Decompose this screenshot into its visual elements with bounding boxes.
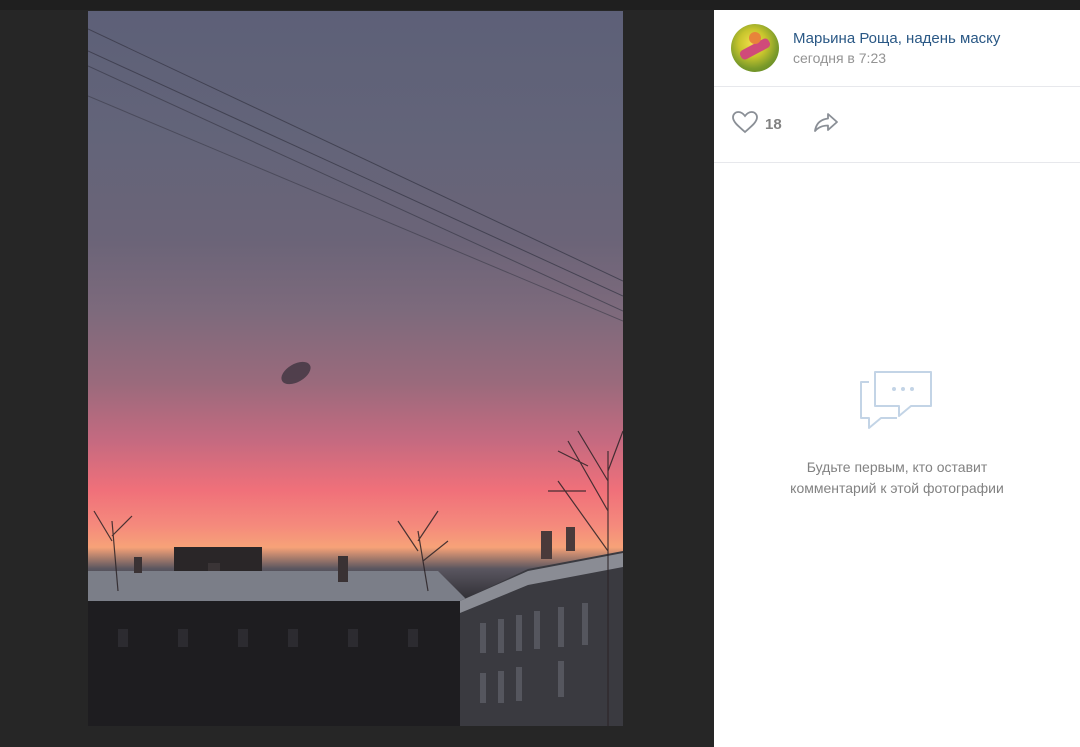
comments-empty-state: Будьте первым, кто оставит комментарий к…	[714, 362, 1080, 499]
post-panel: Марьина Роща, надень маску сегодня в 7:2…	[714, 10, 1080, 747]
post-header: Марьина Роща, надень маску сегодня в 7:2…	[714, 10, 1080, 87]
heart-icon	[731, 110, 759, 139]
post-meta: Марьина Роща, надень маску сегодня в 7:2…	[793, 29, 1000, 67]
viewer-top-strip	[0, 0, 1080, 10]
like-button[interactable]: 18	[731, 110, 782, 139]
share-button[interactable]	[812, 110, 840, 139]
comments-icon	[714, 362, 1080, 437]
share-arrow-icon	[812, 110, 840, 139]
post-time[interactable]: сегодня в 7:23	[793, 49, 1000, 67]
post-actions: 18	[714, 87, 1080, 163]
comments-empty-text: Будьте первым, кто оставит комментарий к…	[790, 459, 1004, 496]
avatar[interactable]	[731, 24, 779, 72]
photo-scene	[88, 28, 623, 726]
sunset-photo[interactable]	[88, 11, 623, 726]
photo-viewer[interactable]	[0, 10, 714, 747]
author-name-link[interactable]: Марьина Роща, надень маску	[793, 29, 1000, 49]
like-count: 18	[765, 116, 782, 133]
